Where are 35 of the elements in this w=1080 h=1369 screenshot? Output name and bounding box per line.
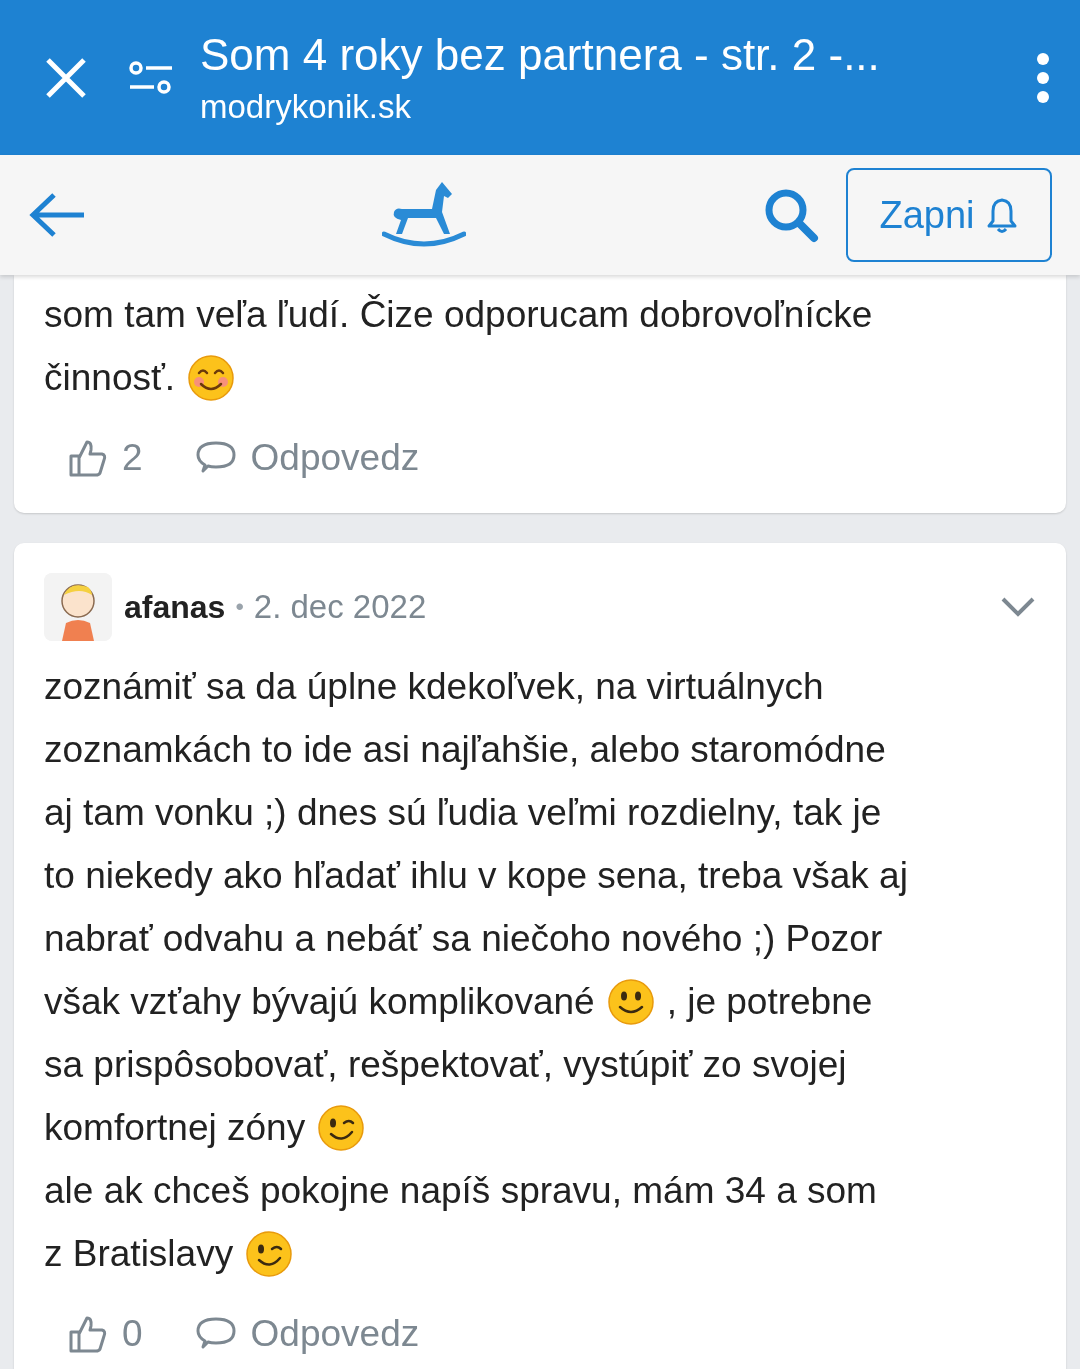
like-button[interactable]: 0 [68, 1313, 143, 1355]
comment-text: , je potrebne [666, 980, 873, 1024]
comment-text: som tam veľa ľudí. Čize odporucam dobrovoľnícke [44, 293, 873, 337]
chevron-down-icon[interactable] [1000, 596, 1036, 618]
winking-smiley-icon [317, 1103, 366, 1152]
notify-button[interactable]: Zapni [846, 168, 1052, 262]
smiley-icon [606, 977, 655, 1026]
close-icon[interactable] [44, 55, 88, 100]
back-arrow-icon[interactable] [28, 192, 86, 238]
page-url: modrykonik.sk [200, 87, 412, 126]
like-button[interactable]: 2 [68, 437, 143, 479]
winking-smiley-icon [245, 1229, 294, 1278]
comment-text: nabrať odvahu a nebáť sa niečoho nového ;) Pozor [44, 917, 883, 961]
comment-text: zoznamkách to ide asi najľahšie, alebo staromódne [44, 728, 886, 772]
page-title: Som 4 roky bez partnera - str. 2 -... [200, 29, 881, 80]
separator-dot: • [235, 593, 244, 621]
thumbs-up-icon [68, 438, 108, 478]
comment-text: činnosť. [44, 356, 176, 400]
rocking-horse-icon[interactable] [382, 182, 466, 248]
comment-text: ale ak chceš pokojne napíš spravu, mám 34 a som [44, 1169, 877, 1213]
comment-text: z Bratislavy [44, 1232, 234, 1276]
comment-text: však vzťahy bývajú komplikované [44, 980, 595, 1024]
author-name[interactable]: afanas [124, 588, 226, 626]
blushing-smiley-icon [187, 353, 236, 402]
reply-button[interactable]: Odpovedz [194, 437, 420, 479]
comment-text: sa prispôsobovať, rešpektovať, vystúpiť zo svojej [44, 1043, 847, 1087]
reply-button[interactable]: Odpovedz [194, 1313, 420, 1355]
thumbs-up-icon [68, 1314, 108, 1354]
comment-text: zoznámiť sa da úplne kdekoľvek, na virtuálnych [44, 665, 824, 709]
comment-text: komfortnej zóny [44, 1106, 306, 1150]
settings-icon[interactable] [128, 58, 174, 97]
comment-text: aj tam vonku ;) dnes sú ľudia veľmi rozdielny, tak je [44, 791, 882, 835]
more-options-icon[interactable] [1036, 52, 1050, 103]
comment-date: 2. dec 2022 [253, 588, 427, 626]
comment-text: to niekedy ako hľadať ihlu v kope sena, treba však aj [44, 854, 908, 898]
